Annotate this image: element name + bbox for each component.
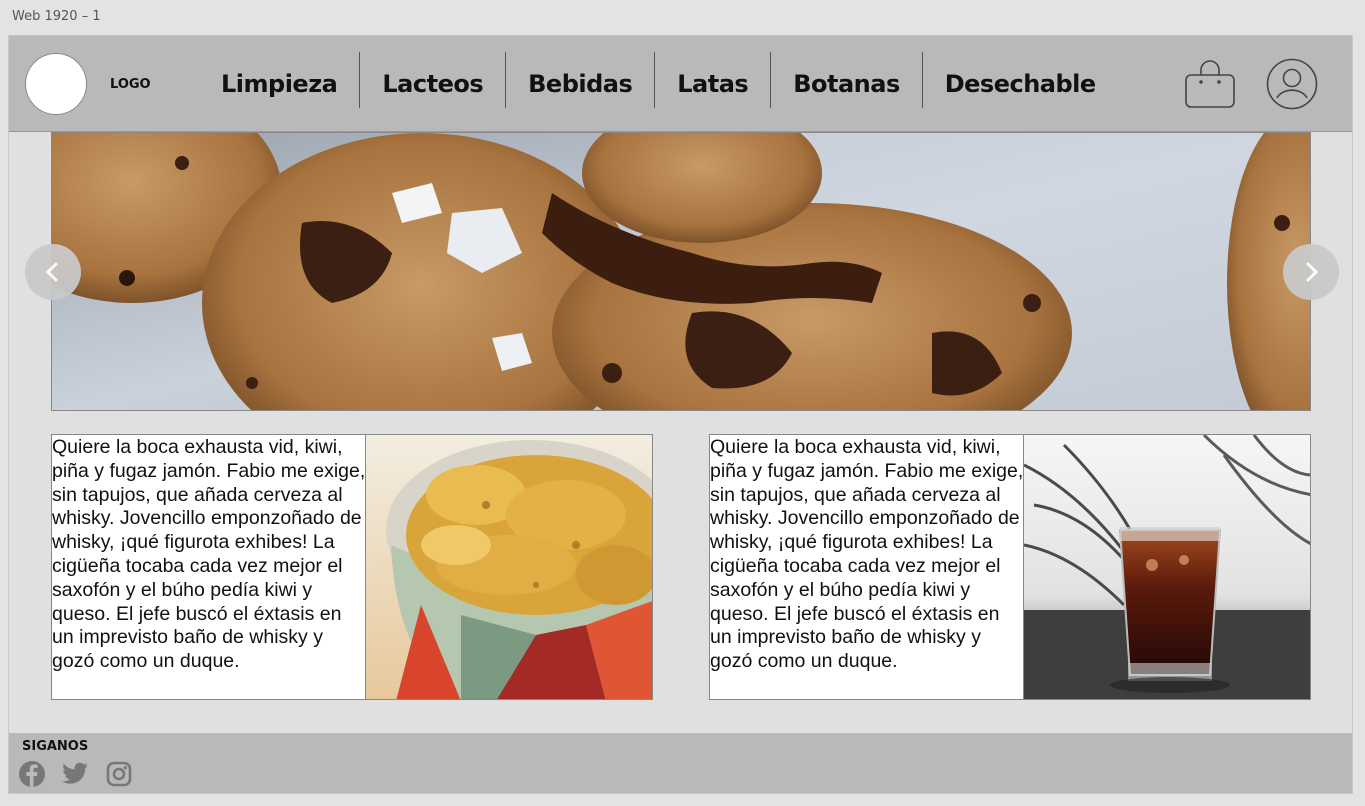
logo-text[interactable]: LOGO — [110, 77, 151, 92]
nav-item-desechable[interactable]: Desechable — [921, 52, 1118, 108]
frame-label: Web 1920 – 1 — [12, 9, 101, 24]
carousel-prev-button[interactable] — [25, 244, 81, 300]
nav-item-lacteos[interactable]: Lacteos — [359, 52, 505, 108]
nav-item-latas[interactable]: Latas — [654, 52, 770, 108]
artboard: LOGO Limpieza Lacteos Bebidas Latas Bota… — [8, 35, 1353, 794]
footer-title: SIGANOS — [22, 739, 89, 754]
product-card-bebidas[interactable]: Quiere la boca exhausta vid, kiwi, piña … — [709, 434, 1311, 700]
facebook-icon[interactable] — [18, 760, 46, 788]
card-text: Quiere la boca exhausta vid, kiwi, piña … — [52, 436, 366, 673]
nav-item-limpieza[interactable]: Limpieza — [199, 52, 359, 108]
logo-circle[interactable] — [25, 53, 87, 115]
site-header: LOGO Limpieza Lacteos Bebidas Latas Bota… — [9, 36, 1352, 132]
shopping-bag-icon[interactable] — [1184, 58, 1236, 110]
potato-chips-image — [365, 435, 652, 699]
chevron-right-icon — [1305, 261, 1319, 283]
nav-item-bebidas[interactable]: Bebidas — [505, 52, 654, 108]
product-card-botanas[interactable]: Quiere la boca exhausta vid, kiwi, piña … — [51, 434, 653, 700]
card-text: Quiere la boca exhausta vid, kiwi, piña … — [710, 436, 1024, 673]
twitter-icon[interactable] — [61, 760, 89, 788]
chevron-left-icon — [45, 261, 59, 283]
hero-carousel-image — [51, 132, 1311, 411]
instagram-icon[interactable] — [105, 760, 133, 788]
cola-glass-image — [1023, 435, 1310, 699]
main-nav: Limpieza Lacteos Bebidas Latas Botanas D… — [199, 52, 1118, 108]
nav-item-botanas[interactable]: Botanas — [770, 52, 922, 108]
user-account-icon[interactable] — [1266, 58, 1318, 110]
carousel-next-button[interactable] — [1283, 244, 1339, 300]
site-footer: SIGANOS — [9, 733, 1352, 793]
